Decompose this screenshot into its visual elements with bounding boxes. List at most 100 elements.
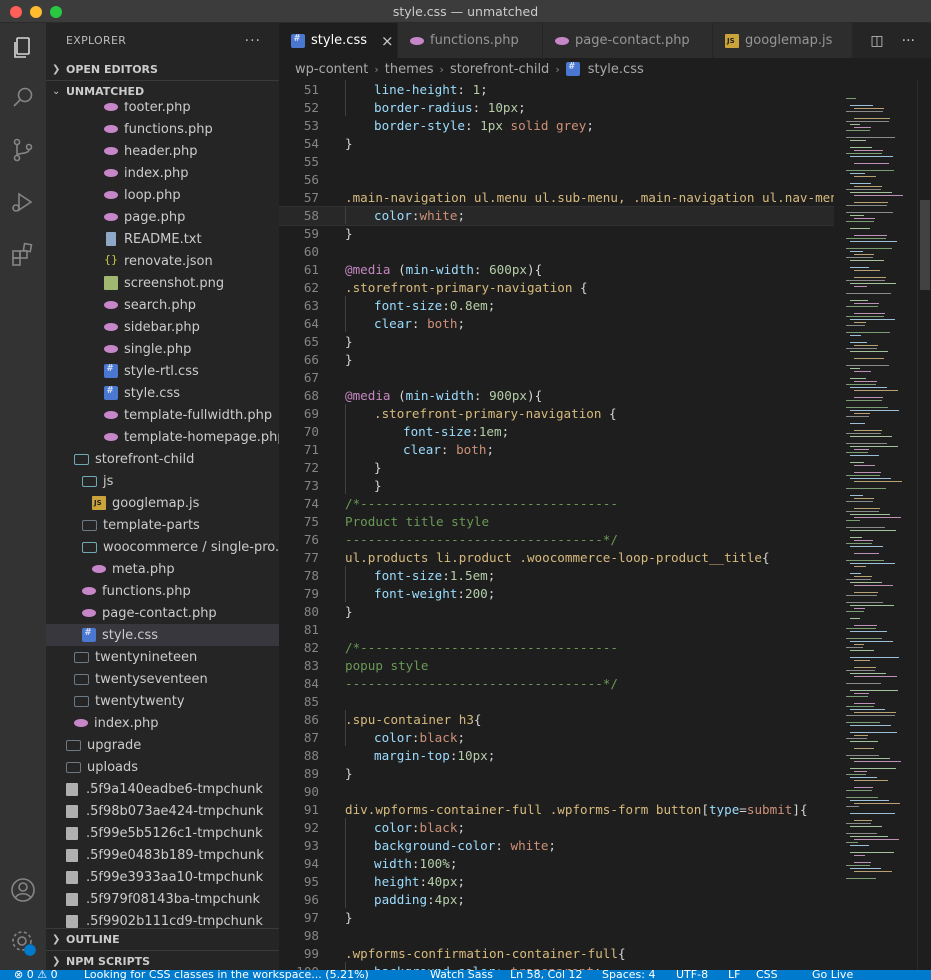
tree-item[interactable]: page-contact.php (46, 602, 279, 624)
code-line[interactable]: 92 color:black; (279, 819, 834, 837)
code-line[interactable]: 81 (279, 621, 834, 639)
split-editor-icon[interactable]: ◫ (870, 33, 883, 49)
code-line[interactable]: 83 popup style (279, 657, 834, 675)
outline-section[interactable]: ❯ OUTLINE (46, 928, 279, 950)
more-actions-icon[interactable]: ··· (902, 33, 915, 49)
tree-item[interactable]: single.php (46, 338, 279, 360)
code-line[interactable]: 57 .main-navigation ul.menu ul.sub-menu, … (279, 189, 834, 207)
tree-item[interactable]: index.php (46, 162, 279, 184)
code-line[interactable]: 52 border-radius: 10px; (279, 99, 834, 117)
cursor-position[interactable]: Ln 58, Col 12 (510, 970, 583, 980)
code-line[interactable]: 70 font-size:1em; (279, 423, 834, 441)
code-line[interactable]: 96 padding:4px; (279, 891, 834, 909)
code-line[interactable]: 75 Product title style (279, 513, 834, 531)
tree-item[interactable]: twentyseventeen (46, 668, 279, 690)
encoding-setting[interactable]: UTF-8 (676, 970, 708, 980)
vertical-scrollbar[interactable] (917, 80, 931, 970)
code-line[interactable]: 85 (279, 693, 834, 711)
code-line[interactable]: 80} (279, 603, 834, 621)
tree-item[interactable]: index.php (46, 712, 279, 734)
tree-item[interactable]: search.php (46, 294, 279, 316)
code-line[interactable]: 79 font-weight:200; (279, 585, 834, 603)
code-line[interactable]: 93 background-color: white; (279, 837, 834, 855)
tree-item[interactable]: page.php (46, 206, 279, 228)
code-line[interactable]: 64 clear: both; (279, 315, 834, 333)
source-control-icon[interactable] (8, 135, 38, 165)
tree-item[interactable]: README.txt (46, 228, 279, 250)
tab-googlemap-js[interactable]: googlemap.js (713, 23, 853, 58)
breadcrumb-item[interactable]: wp-content (295, 62, 368, 77)
code-line[interactable]: 98 (279, 927, 834, 945)
tree-item[interactable]: twentynineteen (46, 646, 279, 668)
code-line[interactable]: 95 height:40px; (279, 873, 834, 891)
tree-item[interactable]: style-rtl.css (46, 360, 279, 382)
tree-item[interactable]: .5f98b073ae424-tmpchunk (46, 800, 279, 822)
tab-style-css[interactable]: style.css × (279, 23, 398, 58)
run-debug-icon[interactable] (8, 187, 38, 217)
search-icon[interactable] (8, 83, 38, 113)
code-line[interactable]: 51 line-height: 1; (279, 81, 834, 99)
code-line[interactable]: 66} (279, 351, 834, 369)
code-line[interactable]: 82 /*---------------------------------- (279, 639, 834, 657)
code-line[interactable]: 76 ----------------------------------*/ (279, 531, 834, 549)
code-line[interactable]: 60 (279, 243, 834, 261)
code-line[interactable]: 100 background-color: transparent; (279, 963, 834, 970)
tree-item[interactable]: .5f979f08143ba-tmpchunk (46, 888, 279, 910)
tree-item[interactable]: meta.php (46, 558, 279, 580)
breadcrumb-item[interactable]: style.css (588, 62, 644, 77)
code-line[interactable]: 71 clear: both; (279, 441, 834, 459)
code-line[interactable]: 61 @media (min-width: 600px){ (279, 261, 834, 279)
code-line[interactable]: 73} (279, 477, 834, 495)
code-line[interactable]: 84 ----------------------------------*/ (279, 675, 834, 693)
code-line[interactable]: 63 font-size:0.8em; (279, 297, 834, 315)
tree-item[interactable]: functions.php (46, 580, 279, 602)
explorer-more-button[interactable]: ··· (245, 33, 261, 49)
code-line[interactable]: 54} (279, 135, 834, 153)
code-line[interactable]: 91 div.wpforms-container-full .wpforms-fo… (279, 801, 834, 819)
code-line[interactable]: 55 (279, 153, 834, 171)
npm-scripts-section[interactable]: ❯ NPM SCRIPTS (46, 950, 279, 970)
tree-item[interactable]: .5f99e3933aa10-tmpchunk (46, 866, 279, 888)
tree-item[interactable]: footer.php (46, 102, 279, 118)
extensions-icon[interactable] (8, 239, 38, 269)
code-line[interactable]: 53 border-style: 1px solid grey; (279, 117, 834, 135)
tree-item[interactable]: storefront-child (46, 448, 279, 470)
tree-item[interactable]: screenshot.png (46, 272, 279, 294)
tree-item[interactable]: header.php (46, 140, 279, 162)
tree-item[interactable]: twentytwenty (46, 690, 279, 712)
code-line[interactable]: 72} (279, 459, 834, 477)
code-line[interactable]: 86 .spu-container h3{ (279, 711, 834, 729)
problems-indicator[interactable]: ⊗ 0 ⚠ 0 (14, 970, 58, 980)
code-line[interactable]: 88 margin-top:10px; (279, 747, 834, 765)
breadcrumb-item[interactable]: themes (385, 62, 434, 77)
tree-item[interactable]: woocommerce / single-pro... (46, 536, 279, 558)
indentation-setting[interactable]: Spaces: 4 (602, 970, 655, 980)
tree-item[interactable]: style.css (46, 382, 279, 404)
settings-gear-icon[interactable] (8, 927, 38, 957)
tree-item[interactable]: style.css (46, 624, 279, 646)
account-icon[interactable] (8, 875, 38, 905)
tree-item[interactable]: renovate.json (46, 250, 279, 272)
watch-sass-button[interactable]: Watch Sass (430, 970, 493, 980)
code-line[interactable]: 78 font-size:1.5em; (279, 567, 834, 585)
code-line[interactable]: 56 (279, 171, 834, 189)
open-editors-section[interactable]: ❯ OPEN EDITORS (46, 58, 279, 80)
tree-item[interactable]: js (46, 470, 279, 492)
code-line[interactable]: 65} (279, 333, 834, 351)
close-icon[interactable]: × (381, 32, 394, 50)
code-line[interactable]: 77 ul.products li.product .woocommerce-lo… (279, 549, 834, 567)
tree-item[interactable]: upgrade (46, 734, 279, 756)
tree-item[interactable]: .5f99e5b5126c1-tmpchunk (46, 822, 279, 844)
code-line[interactable]: 97} (279, 909, 834, 927)
code-line[interactable]: 62 .storefront-primary-navigation { (279, 279, 834, 297)
minimap[interactable] (834, 80, 914, 970)
code-editor[interactable]: 51 line-height: 1; 52 border-radius: 10px; 5… (279, 80, 834, 970)
code-line[interactable]: 59} (279, 225, 834, 243)
tree-item[interactable]: uploads (46, 756, 279, 778)
workspace-section[interactable]: ⌄ UNMATCHED (46, 80, 279, 102)
tab-page-contact-php[interactable]: page-contact.php (543, 23, 713, 58)
tree-item[interactable]: .5f99e0483b189-tmpchunk (46, 844, 279, 866)
tree-item[interactable]: sidebar.php (46, 316, 279, 338)
code-line[interactable]: 68 @media (min-width: 900px){ (279, 387, 834, 405)
scrollbar-thumb[interactable] (920, 200, 930, 290)
